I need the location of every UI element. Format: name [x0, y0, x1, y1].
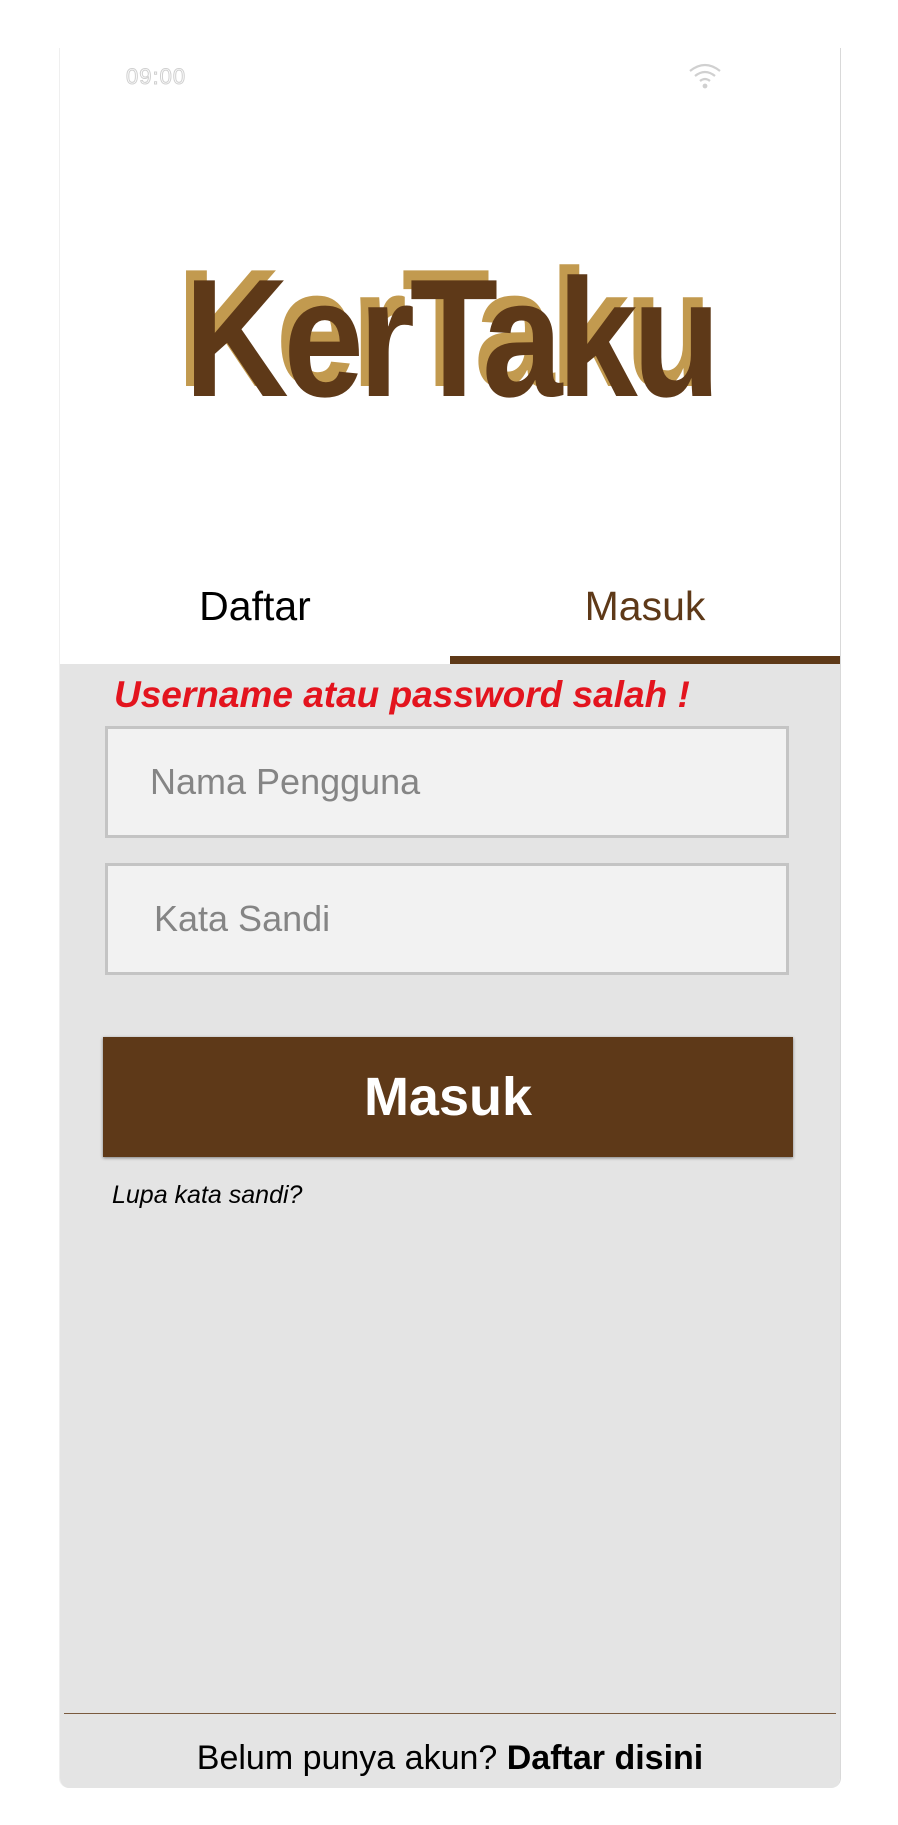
- username-input[interactable]: [105, 726, 789, 838]
- forgot-password-link[interactable]: Lupa kata sandi?: [112, 1181, 302, 1210]
- login-button[interactable]: Masuk: [103, 1037, 793, 1157]
- status-time: 09:00: [125, 64, 187, 90]
- phone-screen: 09:00 KerTaku KerTaku Daftar Masuk Usern…: [59, 48, 841, 1788]
- password-input[interactable]: [105, 863, 789, 975]
- register-prompt: Belum punya akun? Daftar disini: [60, 1739, 840, 1778]
- footer-divider: [64, 1713, 836, 1714]
- auth-tabs: Daftar Masuk: [60, 548, 840, 664]
- login-panel: Username atau password salah ! Masuk Lup…: [60, 664, 840, 1788]
- register-prompt-text: Belum punya akun?: [196, 1739, 507, 1777]
- active-tab-indicator: [450, 656, 840, 664]
- register-link[interactable]: Daftar disini: [507, 1739, 703, 1777]
- wifi-icon: [689, 63, 721, 89]
- tab-masuk[interactable]: Masuk: [450, 548, 840, 664]
- error-message: Username atau password salah !: [114, 674, 690, 715]
- tab-daftar[interactable]: Daftar: [60, 548, 450, 664]
- logo-main-text: KerTaku: [184, 244, 720, 432]
- app-logo: KerTaku KerTaku: [60, 234, 840, 438]
